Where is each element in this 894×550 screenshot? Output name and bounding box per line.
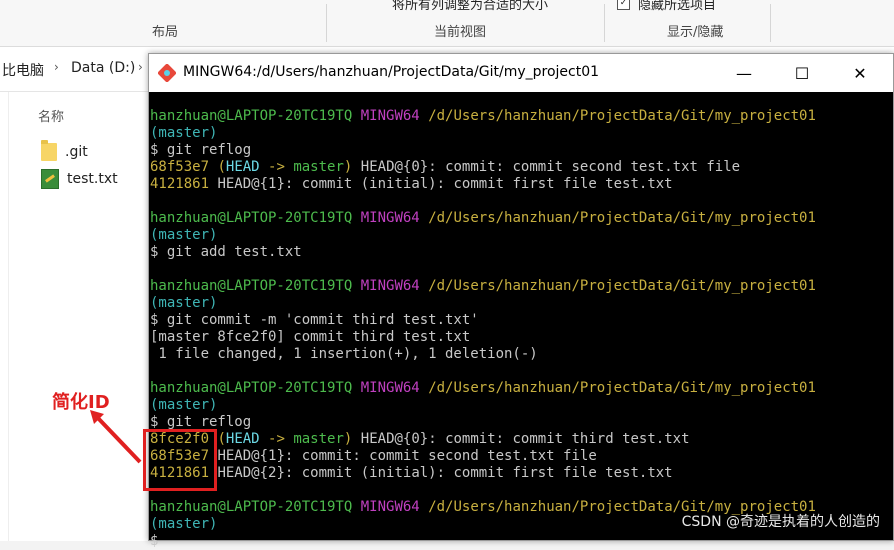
annotation-highlight-box: [143, 429, 217, 491]
prompt-env: MINGW64: [360, 278, 420, 294]
navigation-pane[interactable]: [0, 92, 9, 541]
command-line: $ git reflog: [150, 142, 252, 158]
output-line: 8fce2f0 (HEAD -> master) HEAD@{0}: commi…: [150, 431, 690, 447]
branch-ref: master: [293, 431, 344, 447]
branch-ref: master: [293, 159, 344, 175]
list-item[interactable]: test.txt: [41, 169, 118, 189]
git-bash-logo-icon: [158, 64, 176, 82]
prompt-branch-line: (master): [149, 125, 893, 142]
ribbon-divider: [770, 4, 771, 42]
output-line: 68f53e7 (HEAD -> master) HEAD@{0}: commi…: [150, 159, 741, 175]
ref-decoration: (HEAD -> master): [217, 159, 352, 175]
prompt-line: hanzhuan@LAPTOP-20TC19TQ MINGW64 /d/User…: [149, 278, 893, 295]
ribbon-group-show-hide: 显示/隐藏: [667, 25, 724, 40]
list-item[interactable]: .git: [41, 140, 88, 162]
prompt-line: hanzhuan@LAPTOP-20TC19TQ MINGW64 /d/User…: [149, 380, 893, 397]
prompt-branch: (master): [150, 397, 218, 413]
ribbon-group-layout: 布局: [152, 25, 179, 40]
prompt-line: hanzhuan@LAPTOP-20TC19TQ MINGW64 /d/User…: [149, 210, 893, 227]
annotation-arrow-icon: [90, 410, 142, 464]
file-list: 名称 .git test.txt: [9, 92, 151, 541]
prompt-env: MINGW64: [360, 380, 420, 396]
hide-selected-checkbox[interactable]: ✓: [617, 0, 630, 10]
chevron-right-icon[interactable]: ›: [138, 60, 143, 74]
prompt-branch: (master): [150, 295, 218, 311]
file-name: .git: [65, 144, 88, 160]
terminal-titlebar[interactable]: MINGW64:/d/Users/hanzhuan/ProjectData/Gi…: [149, 54, 893, 92]
ribbon-divider: [326, 4, 327, 42]
prompt-branch: (master): [150, 516, 218, 532]
paren: (: [217, 431, 226, 447]
commit-hash: 4121861: [150, 176, 210, 192]
maximize-button[interactable]: ☐: [779, 54, 825, 92]
terminal-output[interactable]: hanzhuan@LAPTOP-20TC19TQ MINGW64 /d/User…: [149, 108, 893, 550]
paren: ): [343, 159, 353, 175]
prompt-env: MINGW64: [360, 108, 420, 124]
chevron-right-icon[interactable]: ›: [54, 60, 59, 74]
prompt-user: hanzhuan@LAPTOP-20TC19TQ: [150, 210, 353, 226]
prompt-branch-line: (master): [149, 227, 893, 244]
prompt-env: MINGW64: [360, 210, 420, 226]
output-line: 4121861 HEAD@{1}: commit (initial): comm…: [150, 176, 673, 192]
head-ref: HEAD: [225, 159, 260, 175]
prompt-line: hanzhuan@LAPTOP-20TC19TQ MINGW64 /d/User…: [149, 108, 893, 125]
explorer-ribbon: 将所有列调整为合适的大小 ✓ 隐藏所选项目 布局 当前视图 显示/隐藏: [0, 0, 894, 47]
prompt-branch: (master): [150, 227, 218, 243]
ref-decoration: (HEAD -> master): [217, 431, 352, 447]
output-line: 4121861 HEAD@{2}: commit (initial): comm…: [150, 465, 673, 481]
prompt-branch-line: (master): [149, 295, 893, 312]
close-button[interactable]: ✕: [837, 54, 883, 92]
prompt-user: hanzhuan@LAPTOP-20TC19TQ: [150, 380, 353, 396]
text-file-icon: [41, 169, 59, 189]
prompt-user: hanzhuan@LAPTOP-20TC19TQ: [150, 278, 353, 294]
prompt-path: /d/Users/hanzhuan/ProjectData/Git/my_pro…: [428, 108, 816, 124]
window-title: MINGW64:/d/Users/hanzhuan/ProjectData/Gi…: [183, 64, 600, 80]
breadcrumb-drive[interactable]: Data (D:): [71, 60, 135, 76]
paren: (: [217, 159, 226, 175]
output-line: [master 8fce2f0] commit third test.txt: [150, 329, 471, 345]
ref-arrow: ->: [259, 431, 294, 447]
head-ref: HEAD: [225, 431, 260, 447]
prompt-path: /d/Users/hanzhuan/ProjectData/Git/my_pro…: [428, 278, 816, 294]
command-line: $: [150, 533, 159, 549]
command-line: $ git commit -m 'commit third test.txt': [150, 312, 479, 328]
prompt-branch-line: (master): [149, 397, 893, 414]
paren: ): [343, 431, 353, 447]
output-line: 68f53e7 HEAD@{1}: commit: commit second …: [150, 448, 597, 464]
file-name: test.txt: [67, 171, 118, 187]
output-line: 1 file changed, 1 insertion(+), 1 deleti…: [150, 346, 538, 362]
prompt-user: hanzhuan@LAPTOP-20TC19TQ: [150, 499, 353, 515]
breadcrumb-this-pc[interactable]: 比电脑: [2, 60, 44, 80]
ribbon-divider: [604, 4, 605, 42]
command-line: $ git reflog: [150, 414, 252, 430]
prompt-path: /d/Users/hanzhuan/ProjectData/Git/my_pro…: [428, 210, 816, 226]
terminal-window[interactable]: MINGW64:/d/Users/hanzhuan/ProjectData/Gi…: [148, 53, 894, 549]
minimize-button[interactable]: —: [721, 54, 767, 92]
ribbon-hide-selected-label[interactable]: 隐藏所选项目: [638, 0, 716, 13]
ribbon-group-current-view: 当前视图: [434, 25, 487, 40]
prompt-env: MINGW64: [360, 499, 420, 515]
ref-arrow: ->: [259, 159, 294, 175]
prompt-user: hanzhuan@LAPTOP-20TC19TQ: [150, 108, 353, 124]
prompt-path: /d/Users/hanzhuan/ProjectData/Git/my_pro…: [428, 380, 816, 396]
column-header-name[interactable]: 名称: [38, 106, 64, 125]
watermark: CSDN @奇迹是执着的人创造的: [681, 514, 880, 530]
prompt-branch: (master): [150, 125, 218, 141]
ribbon-size-columns-button[interactable]: 将所有列调整为合适的大小: [392, 0, 548, 13]
commit-hash: 68f53e7: [150, 159, 210, 175]
folder-icon: [41, 140, 57, 161]
command-line: $ git add test.txt: [150, 244, 302, 260]
